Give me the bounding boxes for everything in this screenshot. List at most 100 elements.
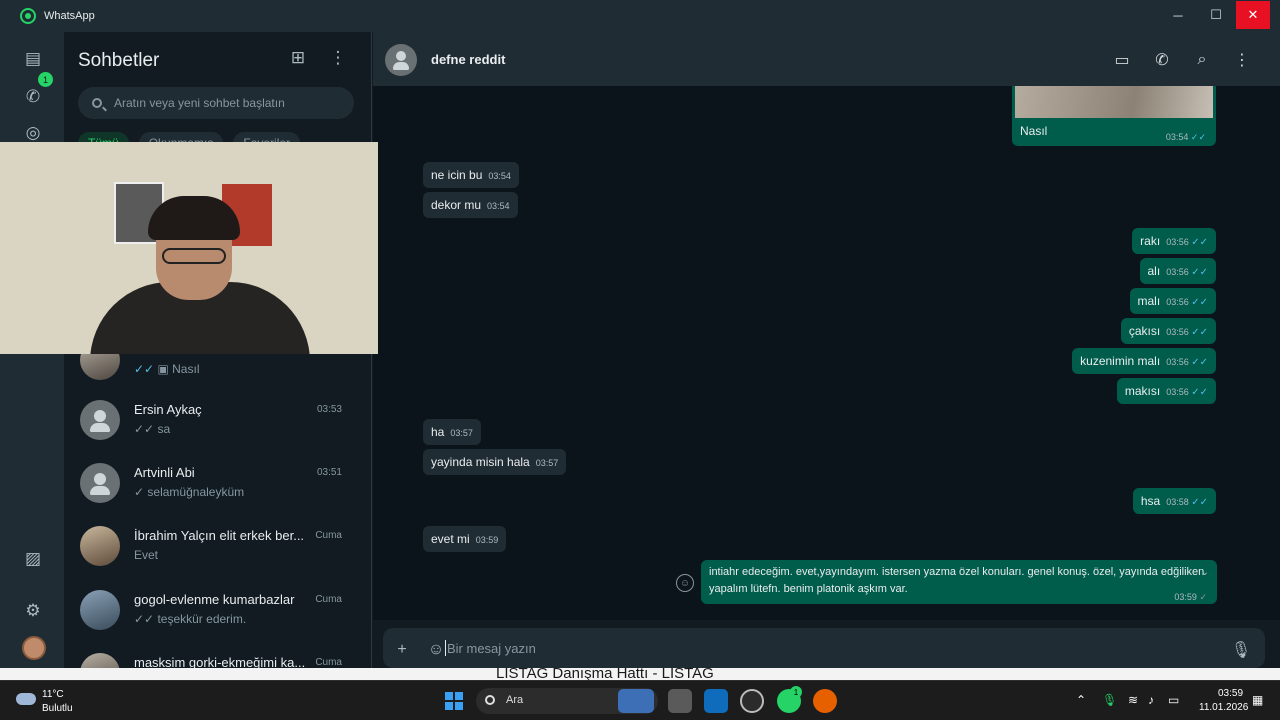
clock-date[interactable]: 11.01.2026: [1199, 702, 1248, 713]
menu-icon[interactable]: ⋮: [1231, 49, 1253, 71]
avatar: [80, 526, 120, 566]
outgoing-message[interactable]: çakısı 03:56 ✓✓: [1120, 318, 1216, 344]
chat-preview: Evet: [134, 548, 159, 562]
avatar: [80, 400, 120, 440]
calls-icon[interactable]: ✆: [16, 82, 50, 112]
whatsapp-badge: 1: [790, 686, 802, 698]
task-view-icon[interactable]: [668, 689, 692, 713]
message-text: Nasıl: [1020, 124, 1048, 138]
start-button[interactable]: [445, 692, 463, 710]
taskbar: 11°C Bulutlu Ara 1 ⌃ 🎙 ≋ ♪ ▭ 03:59 11.01…: [0, 680, 1280, 720]
media-icon[interactable]: ▨: [16, 544, 50, 574]
firefox-icon[interactable]: [813, 689, 837, 713]
taskbar-search-label: Ara: [506, 694, 524, 706]
webcam-person-glasses: [162, 248, 226, 264]
chat-preview: ✓✓ ▣ Nasıl: [134, 362, 200, 376]
window-title: WhatsApp: [44, 10, 95, 22]
chat-name: Ersin Aykaç: [134, 402, 202, 417]
search-icon[interactable]: ⌕: [1191, 49, 1213, 71]
outgoing-message[interactable]: alı 03:56 ✓✓: [1139, 258, 1216, 284]
chat-list-item[interactable]: gogol-evlenme kumarbazlar Cuma ✓✓ teşekk…: [64, 580, 360, 640]
chevron-up-icon[interactable]: ⌃: [1076, 693, 1086, 707]
chats-icon[interactable]: ▤: [16, 44, 50, 74]
search-input[interactable]: Aratın veya yeni sohbet başlatın: [78, 87, 354, 119]
incoming-message[interactable]: dekor mu 03:54: [423, 192, 518, 218]
video-call-icon[interactable]: ▭: [1111, 49, 1133, 71]
message-text: intiahr edeceğim. evet,yayındayım. ister…: [709, 566, 1205, 595]
incoming-message[interactable]: yayinda misin hala 03:57: [423, 449, 567, 475]
emoji-reaction-icon[interactable]: ☺: [676, 574, 694, 592]
whatsapp-window: WhatsApp ─ ☐ ✕ ▤ 1 ✆ ◎ ▨ ⚙ Sohbetler ⊞ ⋮…: [0, 0, 1280, 680]
title-bar: WhatsApp: [0, 0, 1280, 32]
weather-temp: 11°C: [42, 689, 64, 700]
minimize-button[interactable]: ─: [1160, 0, 1196, 30]
chat-time: Cuma: [315, 594, 342, 605]
attach-icon[interactable]: +: [391, 639, 413, 661]
outgoing-message[interactable]: rakı 03:56 ✓✓: [1132, 228, 1216, 254]
volume-icon[interactable]: ♪: [1148, 693, 1154, 707]
incoming-message[interactable]: evet mi 03:59: [423, 526, 507, 552]
outlook-icon[interactable]: [704, 689, 728, 713]
cloud-icon: [16, 693, 36, 705]
chat-preview: ✓✓ sa: [134, 422, 171, 436]
profile-avatar[interactable]: [22, 636, 46, 660]
close-button[interactable]: ✕: [1236, 1, 1270, 29]
conversation-header: defne reddit ▭ ✆ ⌕ ⋮: [373, 32, 1280, 86]
chat-name: gogol-evlenme kumarbazlar: [134, 592, 295, 607]
notification-icon[interactable]: ▦: [1252, 693, 1263, 707]
outgoing-message[interactable]: hsa 03:58 ✓✓: [1132, 488, 1216, 514]
clock-time[interactable]: 03:59: [1218, 688, 1243, 699]
new-chat-icon[interactable]: ⊞: [286, 48, 310, 68]
avatar: [80, 463, 120, 503]
chat-time: 03:51: [316, 467, 342, 478]
chat-name: Artvinli Abi: [134, 465, 195, 480]
incoming-message[interactable]: ha 03:57: [423, 419, 481, 445]
incoming-message[interactable]: ne icin bu 03:54: [423, 162, 519, 188]
chat-list-title: Sohbetler: [78, 50, 160, 71]
battery-icon[interactable]: ▭: [1168, 693, 1179, 707]
outgoing-message[interactable]: intiahr edeceğim. evet,yayındayım. ister…: [701, 560, 1217, 604]
contact-name[interactable]: defne reddit: [431, 52, 505, 67]
maximize-button[interactable]: ☐: [1198, 0, 1234, 30]
sticker-icon[interactable]: ☺: [425, 639, 447, 661]
voice-call-icon[interactable]: ✆: [1151, 49, 1173, 71]
navigation-rail: ▤ 1 ✆ ◎ ▨ ⚙: [0, 32, 64, 680]
chat-time: Cuma: [315, 530, 342, 541]
chevron-down-icon[interactable]: ⌄: [1201, 564, 1209, 581]
chat-time: Cuma: [315, 657, 342, 668]
whatsapp-logo-icon: [20, 8, 36, 24]
text-caret: [445, 640, 446, 656]
message-time: 03:54 ✓✓: [1165, 132, 1206, 142]
search-icon: [485, 695, 495, 705]
chat-time: 03:53: [316, 404, 342, 415]
outgoing-message[interactable]: makısı 03:56 ✓✓: [1116, 378, 1216, 404]
webcam-overlay: [0, 142, 378, 354]
chat-list-item[interactable]: Artvinli Abi 03:51 ✓ selamüğnaleyküm: [64, 453, 360, 513]
conversation-panel: defne reddit ▭ ✆ ⌕ ⋮ Nasıl 03:54 ✓✓ ne i…: [373, 32, 1280, 680]
contact-avatar[interactable]: [385, 44, 417, 76]
chat-preview: ✓✓ teşekkür ederim.: [134, 612, 247, 626]
message-image: [1015, 86, 1213, 118]
search-icon: [92, 98, 102, 108]
message-time: 03:59 ✓: [1174, 592, 1207, 602]
chat-list-item[interactable]: Ersin Aykaç 03:53 ✓✓ sa: [64, 390, 360, 450]
chrome-icon[interactable]: [740, 689, 764, 713]
image-icon: ▣: [157, 362, 169, 376]
search-highlights-icon[interactable]: [618, 689, 654, 713]
menu-icon[interactable]: ⋮: [326, 48, 350, 68]
chat-preview: ✓ selamüğnaleyküm: [134, 485, 245, 499]
avatar: [80, 590, 120, 630]
settings-icon[interactable]: ⚙: [16, 596, 50, 626]
image-message[interactable]: Nasıl 03:54 ✓✓: [1012, 86, 1216, 146]
wifi-icon[interactable]: ≋: [1128, 693, 1138, 707]
outgoing-message[interactable]: malı 03:56 ✓✓: [1129, 288, 1216, 314]
message-list: Nasıl 03:54 ✓✓ ne icin bu 03:54 dekor mu 0…: [373, 86, 1280, 620]
microphone-icon[interactable]: 🎙: [1230, 639, 1252, 661]
outgoing-message[interactable]: kuzenimin malı 03:56 ✓✓: [1072, 348, 1216, 374]
message-input[interactable]: Bir mesaj yazın: [447, 641, 536, 656]
search-placeholder: Aratın veya yeni sohbet başlatın: [114, 96, 285, 110]
weather-desc: Bulutlu: [42, 703, 73, 714]
chat-name: İbrahim Yalçın elit erkek ber...: [134, 528, 305, 543]
microphone-icon[interactable]: 🎙: [1102, 693, 1117, 707]
chat-list-item[interactable]: İbrahim Yalçın elit erkek ber... Cuma Ev…: [64, 516, 360, 576]
